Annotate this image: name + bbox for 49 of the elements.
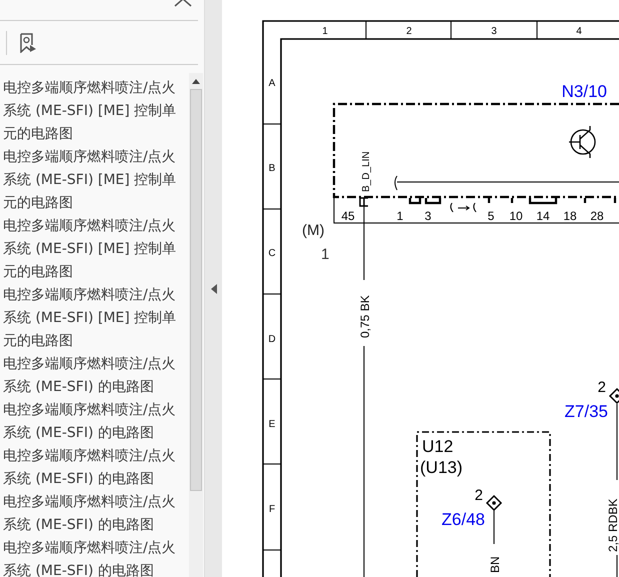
scrollbar[interactable] <box>189 73 203 577</box>
transistor-icon <box>568 125 596 159</box>
grid-column-label: 1 <box>322 26 328 37</box>
scroll-thumb[interactable] <box>190 89 202 491</box>
ground-number: 1 <box>321 246 330 263</box>
terminal-bracket-icon <box>359 197 369 207</box>
grid-column-label: 2 <box>406 26 412 37</box>
pin-number: 45 <box>341 209 355 223</box>
connector-label: Z6/48 <box>442 510 485 529</box>
pin-number: 18 <box>563 209 577 223</box>
collapse-arrow-icon[interactable] <box>210 284 216 294</box>
wire-label: 0,75 BK <box>358 295 372 338</box>
bookmark-item[interactable]: 电控多端顺序燃料喷注/点火系统 (ME-SFI) [ME] 控制单元的电路图 <box>3 77 187 146</box>
bookmark-icon[interactable] <box>19 32 37 52</box>
connector-pin-number: 2 <box>598 379 606 396</box>
bookmark-item[interactable]: 电控多端顺序燃料喷注/点火系统 (ME-SFI) 的电路图 <box>3 399 187 445</box>
collapse-icon[interactable] <box>174 0 192 7</box>
bookmark-item[interactable]: 电控多端顺序燃料喷注/点火系统 (ME-SFI) [ME] 控制单元的电路图 <box>3 284 187 353</box>
grid-column-label: 3 <box>491 26 497 37</box>
pin-number: 5 <box>488 209 494 223</box>
pin-number: 1 <box>396 209 404 223</box>
pin-number: 10 <box>509 209 523 223</box>
connector-pin-number: 2 <box>474 487 483 504</box>
grid-row-label: A <box>268 78 276 89</box>
bookmark-item[interactable]: 电控多端顺序燃料喷注/点火系统 (ME-SFI) [ME] 控制单元的电路图 <box>3 215 187 284</box>
wire-label: BN <box>488 556 502 573</box>
pin-number: 3 <box>424 209 432 223</box>
ground-label: (M) <box>302 222 324 239</box>
grid-row-label: C <box>268 248 276 259</box>
bookmark-item[interactable]: 电控多端顺序燃料喷注/点火系统 (ME-SFI) 的电路图 <box>3 353 187 399</box>
scroll-up-icon[interactable] <box>192 79 200 84</box>
component-label: N3/10 <box>562 82 607 101</box>
module-label: U12 <box>422 437 454 456</box>
bookmark-item[interactable]: 电控多端顺序燃料喷注/点火系统 (ME-SFI) 的电路图 <box>3 537 187 577</box>
grid-row-label: B <box>268 163 276 174</box>
bookmark-item[interactable]: 电控多端顺序燃料喷注/点火系统 (ME-SFI) 的电路图 <box>3 445 187 491</box>
connector-label: Z7/35 <box>564 402 608 421</box>
wire-label: 2,5 RDBK <box>606 498 619 552</box>
grid-row-label: E <box>268 419 276 430</box>
grid-row-label: D <box>268 334 276 345</box>
bookmark-item[interactable]: 电控多端顺序燃料喷注/点火系统 (ME-SFI) [ME] 控制单元的电路图 <box>3 146 187 215</box>
bookmark-item[interactable]: 电控多端顺序燃料喷注/点火系统 (ME-SFI) 的电路图 <box>3 491 187 537</box>
pin-number: 14 <box>536 209 550 223</box>
signal-label: B_D_LIN <box>361 151 372 192</box>
grid-column-label: 4 <box>576 26 582 37</box>
grid-row-label: F <box>268 504 276 515</box>
pin-number: 28 <box>590 209 604 223</box>
module-alt-label: (U13) <box>420 458 463 477</box>
wavy-link-icon <box>450 202 476 212</box>
